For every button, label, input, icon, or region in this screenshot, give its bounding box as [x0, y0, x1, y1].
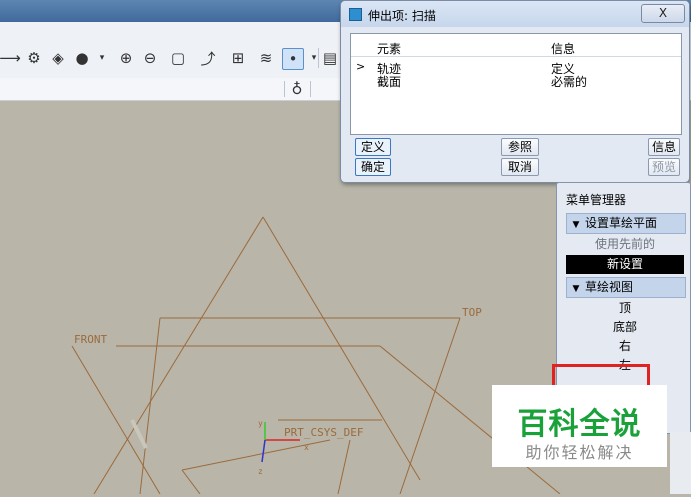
shading-icon[interactable]: ● [72, 48, 92, 68]
right-plane-edge [337, 439, 351, 495]
menu-group-setup-plane[interactable]: ▼ 设置草绘平面 [566, 213, 686, 234]
column-header-element: 元素 [377, 42, 402, 56]
triangle-down-icon: ▼ [572, 220, 580, 230]
dialog-title: 伸出项: 扫描 [368, 9, 436, 23]
front-plane-edge [71, 345, 161, 495]
toolbar-divider [284, 81, 285, 97]
watermark-title: 百科全说 [517, 407, 642, 442]
element-table: 元素 信息 > 轨迹 定义 截面 必需的 [350, 33, 682, 135]
menu-item-bottom[interactable]: 底部 [566, 318, 684, 337]
ok-button[interactable]: 确定 [355, 158, 391, 176]
header-divider [351, 56, 681, 57]
zoom-in-icon[interactable]: ⊕ [116, 48, 136, 68]
dialog-titlebar: 伸出项: 扫描 X [341, 1, 689, 27]
menu-item-use-previous[interactable]: 使用先前的 [566, 235, 684, 254]
model-tree-icon[interactable]: ◈ [48, 48, 68, 68]
watermark-subtitle: 助你轻松解决 [525, 443, 634, 462]
menu-manager-title: 菜单管理器 [566, 193, 627, 207]
regenerate-icon[interactable]: ⚙ [24, 48, 44, 68]
y-axis-label: y [258, 419, 263, 428]
toolbar-divider [310, 81, 311, 97]
side-toolbar [670, 432, 691, 494]
csys-label: PRT_CSYS_DEF [284, 426, 363, 439]
toolbar-divider [318, 48, 319, 68]
datum-planes [71, 216, 561, 495]
sweep-dialog: 伸出项: 扫描 X 元素 信息 > 轨迹 定义 截面 必需的 定义 参照 信息 … [340, 0, 690, 183]
z-axis [261, 439, 266, 463]
dialog-app-icon [349, 8, 362, 21]
top-plane-edge [139, 317, 161, 495]
define-button[interactable]: 定义 [355, 138, 391, 156]
watermark: 百科全说 助你轻松解决 [492, 385, 667, 467]
cursor-ghost [130, 419, 148, 449]
zoom-out-icon[interactable]: ⊖ [140, 48, 160, 68]
column-header-info: 信息 [551, 42, 576, 56]
menu-group-sketch-view[interactable]: ▼ 草绘视图 [566, 277, 686, 298]
menu-item-top[interactable]: 顶 [566, 299, 684, 318]
current-row-pointer-icon: > [356, 60, 366, 73]
menu-group-label: 设置草绘平面 [585, 216, 658, 230]
reorient-icon[interactable]: ⤴ [198, 48, 218, 68]
right-plane-edge [181, 469, 201, 495]
top-plane-edge [399, 317, 461, 495]
table-row-element[interactable]: 截面 [377, 73, 401, 90]
menu-item-right[interactable]: 右 [566, 337, 684, 356]
info-button[interactable]: 信息 [648, 138, 680, 156]
front-plane-label: FRONT [74, 333, 107, 346]
close-button[interactable]: X [641, 4, 685, 23]
preview-button[interactable]: 预览 [648, 158, 680, 176]
front-plane-edge [93, 216, 264, 495]
top-plane-label: TOP [462, 306, 482, 319]
layers-icon[interactable]: ≋ [256, 48, 276, 68]
shading-dropdown-icon[interactable]: ▾ [92, 48, 112, 68]
view-manager-icon[interactable]: ⊞ [228, 48, 248, 68]
menu-item-new-setup[interactable]: 新设置 [566, 255, 684, 274]
line-style-icon[interactable]: ⟶ [0, 48, 21, 68]
datum-display-icon[interactable]: • [282, 48, 304, 70]
x-axis-label: x [304, 443, 309, 452]
menu-group-label: 草绘视图 [585, 280, 634, 294]
sketch-icon[interactable]: ▤ [320, 48, 340, 68]
z-axis-label: z [258, 467, 263, 476]
triangle-down-icon: ▼ [572, 284, 580, 294]
filter-icon[interactable]: ♁ [287, 79, 307, 99]
refs-button[interactable]: 参照 [501, 138, 539, 156]
refit-icon[interactable]: ▢ [168, 48, 188, 68]
table-row-info[interactable]: 必需的 [551, 73, 587, 90]
cancel-button[interactable]: 取消 [501, 158, 539, 176]
